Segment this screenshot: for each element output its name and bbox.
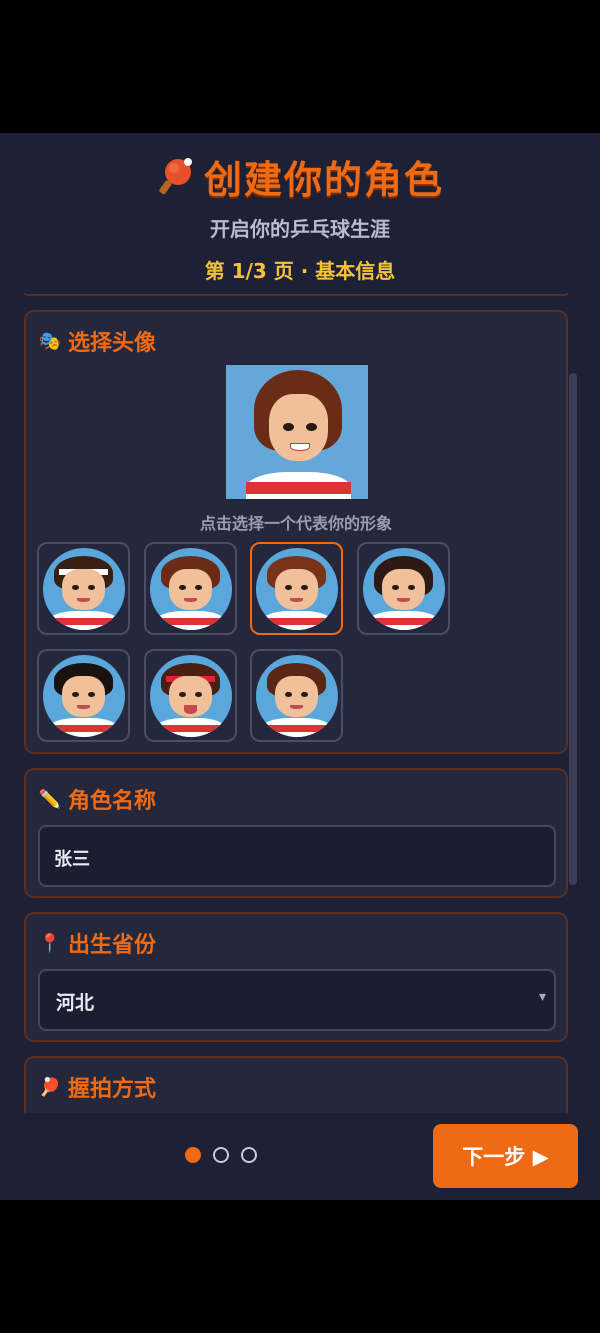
pin-icon: 📍 — [38, 932, 62, 954]
face-shape — [268, 394, 329, 462]
avatar-image — [149, 654, 232, 737]
paddle-icon — [159, 158, 192, 195]
page-dot-3 — [241, 1147, 257, 1163]
avatar-image — [255, 547, 338, 630]
avatar-option-selected[interactable] — [250, 542, 343, 635]
name-card-title: 角色名称 — [68, 789, 157, 814]
avatar-option[interactable] — [144, 649, 237, 742]
previous-card-edge — [24, 293, 568, 296]
province-card-title: 出生省份 — [68, 933, 157, 958]
paddle-icon: 🏓 — [38, 1076, 62, 1098]
province-select-value: 河北 — [56, 992, 95, 1014]
avatar-option[interactable] — [37, 542, 130, 635]
avatar-image — [42, 654, 125, 737]
grip-card-title: 握拍方式 — [68, 1077, 157, 1102]
avatar-card-title: 选择头像 — [68, 331, 157, 356]
grip-card: 🏓 握拍方式 — [24, 1056, 568, 1113]
next-button[interactable]: 下一步 ▶ — [433, 1124, 578, 1188]
chevron-down-icon: ▾ — [538, 989, 546, 1005]
eye-left — [282, 422, 295, 431]
avatar-option[interactable] — [250, 649, 343, 742]
province-card-header: 📍 出生省份 — [38, 928, 157, 959]
footer: 下一步 ▶ — [0, 1113, 600, 1200]
header: 创建你的角色 开启你的乒乓球生涯 第 1/3 页 · 基本信息 — [0, 133, 600, 293]
name-input-value: 张三 — [54, 849, 90, 870]
smile — [289, 442, 310, 451]
title-text: 创建你的角色 — [203, 157, 444, 202]
scrollbar[interactable] — [569, 373, 577, 885]
name-card-header: ✏️ 角色名称 — [38, 784, 157, 815]
avatar-card-header: 🎭 选择头像 — [38, 326, 157, 357]
avatar-hint: 点击选择一个代表你的形象 — [199, 514, 392, 533]
form-scroll-area[interactable]: 🎭 选择头像 点击选择一个代表你的形象 ✏️ 角色名称 张三 📍 出生省份 河北… — [0, 293, 600, 1113]
province-select[interactable]: 河北 ▾ — [38, 969, 556, 1031]
avatar-image — [362, 547, 445, 630]
avatar-image — [42, 547, 125, 630]
avatar-option[interactable] — [144, 542, 237, 635]
eye-right — [305, 422, 317, 431]
name-input[interactable]: 张三 — [38, 825, 556, 887]
page-dot-1 — [185, 1147, 201, 1163]
avatar-option[interactable] — [357, 542, 450, 635]
page-indicator: 第 1/3 页 · 基本信息 — [204, 259, 396, 283]
masks-icon: 🎭 — [38, 330, 62, 352]
avatar-image — [149, 547, 232, 630]
page-title: 创建你的角色 — [0, 151, 600, 202]
avatar-image — [255, 654, 338, 737]
shirt-shape — [245, 472, 352, 499]
selected-avatar-preview — [226, 365, 368, 499]
pencil-icon: ✏️ — [38, 788, 62, 810]
page-dot-2 — [213, 1147, 229, 1163]
avatar-option[interactable] — [37, 649, 130, 742]
avatar-card: 🎭 选择头像 点击选择一个代表你的形象 — [24, 310, 568, 754]
subtitle: 开启你的乒乓球生涯 — [210, 217, 390, 241]
name-card: ✏️ 角色名称 张三 — [24, 768, 568, 898]
province-card: 📍 出生省份 河北 ▾ — [24, 912, 568, 1042]
character-creation-screen: 创建你的角色 开启你的乒乓球生涯 第 1/3 页 · 基本信息 🎭 选择头像 点… — [0, 133, 600, 1200]
grip-card-header: 🏓 握拍方式 — [38, 1072, 157, 1103]
